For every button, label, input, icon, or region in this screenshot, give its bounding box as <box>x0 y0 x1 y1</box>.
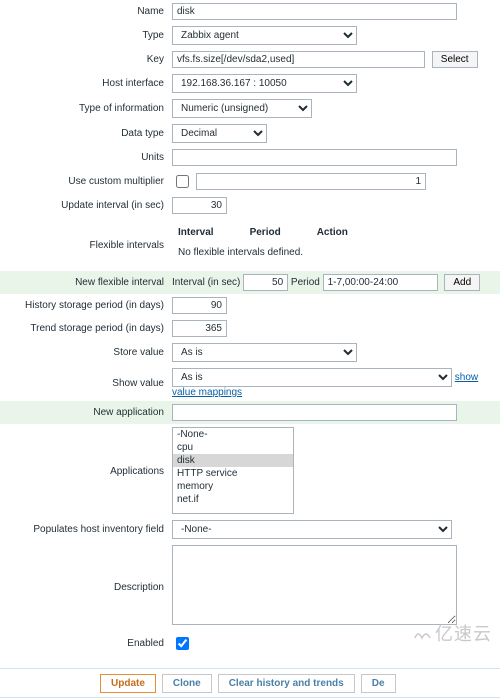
newflex-sec-input[interactable] <box>243 274 288 291</box>
update-button[interactable]: Update <box>100 674 156 693</box>
flexint-label: Flexible intervals <box>0 217 168 271</box>
col-period: Period <box>246 224 311 241</box>
showval-label: Show value <box>0 365 168 401</box>
storeval-label: Store value <box>0 340 168 365</box>
list-item[interactable]: cpu <box>173 441 293 454</box>
apps-listbox[interactable]: -None-cpudiskHTTP servicememorynet.if <box>172 427 294 514</box>
newflex-add-button[interactable]: Add <box>444 274 480 291</box>
trendper-input[interactable] <box>172 320 227 337</box>
popinv-select[interactable]: -None- <box>172 520 452 539</box>
key-select-button[interactable]: Select <box>432 51 478 68</box>
flexint-table: Interval Period Action No flexible inter… <box>172 222 380 268</box>
newflex-period-label: Period <box>291 277 320 288</box>
updint-label: Update interval (in sec) <box>0 194 168 217</box>
datatype-label: Data type <box>0 121 168 146</box>
hostif-label: Host interface <box>0 71 168 96</box>
type-select[interactable]: Zabbix agent <box>172 26 357 45</box>
list-item[interactable]: -None- <box>173 428 293 441</box>
newflex-label: New flexible interval <box>0 271 168 294</box>
col-action: Action <box>313 224 378 241</box>
newapp-input[interactable] <box>172 404 457 421</box>
clear-history-button[interactable]: Clear history and trends <box>218 674 355 693</box>
datatype-select[interactable]: Decimal <box>172 124 267 143</box>
col-interval: Interval <box>174 224 244 241</box>
desc-textarea[interactable] <box>172 545 457 625</box>
updint-input[interactable] <box>172 197 227 214</box>
histper-input[interactable] <box>172 297 227 314</box>
name-label: Name <box>0 0 168 23</box>
units-input[interactable] <box>172 149 457 166</box>
storeval-select[interactable]: As is <box>172 343 357 362</box>
custmult-label: Use custom multiplier <box>0 169 168 194</box>
newapp-label: New application <box>0 401 168 424</box>
type-label: Type <box>0 23 168 48</box>
typeinfo-select[interactable]: Numeric (unsigned) <box>172 99 312 118</box>
key-input[interactable] <box>172 51 425 68</box>
newflex-period-input[interactable] <box>323 274 438 291</box>
clone-button[interactable]: Clone <box>162 674 212 693</box>
desc-label: Description <box>0 542 168 631</box>
footer-bar: Update Clone Clear history and trends De <box>0 668 500 698</box>
enabled-checkbox[interactable] <box>176 637 189 650</box>
name-input[interactable] <box>172 3 457 20</box>
list-item[interactable]: memory <box>173 480 293 493</box>
showval-select[interactable]: As is <box>172 368 452 387</box>
newflex-intsec-label: Interval (in sec) <box>172 277 240 288</box>
enabled-label: Enabled <box>0 631 168 656</box>
custmult-value <box>196 173 426 190</box>
delete-button[interactable]: De <box>361 674 396 693</box>
flexint-empty-msg: No flexible intervals defined. <box>174 243 378 266</box>
units-label: Units <box>0 146 168 169</box>
list-item[interactable]: disk <box>173 454 293 467</box>
key-label: Key <box>0 48 168 71</box>
hostif-select[interactable]: 192.168.36.167 : 10050 <box>172 74 357 93</box>
list-item[interactable]: HTTP service <box>173 467 293 480</box>
apps-label: Applications <box>0 424 168 517</box>
histper-label: History storage period (in days) <box>0 294 168 317</box>
custmult-checkbox[interactable] <box>176 175 189 188</box>
popinv-label: Populates host inventory field <box>0 517 168 542</box>
list-item[interactable]: net.if <box>173 493 293 506</box>
trendper-label: Trend storage period (in days) <box>0 317 168 340</box>
typeinfo-label: Type of information <box>0 96 168 121</box>
